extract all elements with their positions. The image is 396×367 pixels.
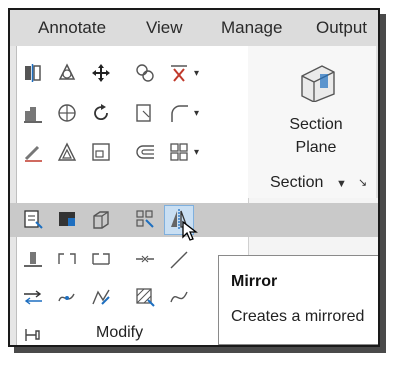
break-at-point-icon[interactable] <box>54 246 80 272</box>
tab-output[interactable]: Output <box>316 18 367 38</box>
ribbon-tab-bar: Annotate View Manage Output <box>10 10 378 47</box>
tooltip-description: Creates a mirrored <box>231 308 365 325</box>
fillet-icon[interactable] <box>166 100 192 126</box>
section-plane-label-line2[interactable]: Plane <box>276 139 356 157</box>
blend-curves-icon[interactable] <box>166 284 192 310</box>
draworder-icon[interactable] <box>20 139 46 165</box>
section-plane-label-line1[interactable]: Section <box>276 116 356 134</box>
section-panel-dropdown-icon[interactable]: ▼ <box>336 178 347 190</box>
rotate-3d-icon[interactable] <box>54 60 80 86</box>
lengthen-icon[interactable] <box>20 246 46 272</box>
autocad-ribbon-window: Annotate View Manage Output ▾ ▾ ▾ Modify… <box>8 8 380 347</box>
align-icon[interactable] <box>20 60 46 86</box>
scale-icon[interactable] <box>132 100 158 126</box>
edit-hatch-icon[interactable] <box>132 284 158 310</box>
stretch-icon[interactable] <box>20 100 46 126</box>
array-icon[interactable] <box>166 139 192 165</box>
modify-panel-title[interactable]: Modify <box>96 324 143 342</box>
edit-attributes-icon[interactable] <box>20 206 46 232</box>
mirror-tooltip: Mirror Creates a mirrored <box>218 255 378 345</box>
fillet-dropdown-arrow-icon[interactable]: ▾ <box>194 108 199 119</box>
section-dialog-launcher-icon[interactable]: ↘ <box>358 176 367 189</box>
next-panel-edge <box>376 46 378 198</box>
offset-icon[interactable] <box>132 139 158 165</box>
section-panel: Section Plane Section ▼ ↘ <box>248 46 378 198</box>
edit-array-icon[interactable] <box>132 206 158 232</box>
trim-icon[interactable] <box>166 60 192 86</box>
explode-icon[interactable] <box>88 139 114 165</box>
array-dropdown-arrow-icon[interactable]: ▾ <box>194 147 199 158</box>
section-plane-icon[interactable] <box>294 56 342 104</box>
move-icon[interactable] <box>88 60 114 86</box>
panel-left-edge <box>10 46 17 345</box>
edit-spline-icon[interactable] <box>54 284 80 310</box>
trim-dropdown-arrow-icon[interactable]: ▾ <box>194 68 199 79</box>
join-icon[interactable] <box>132 246 158 272</box>
tooltip-title: Mirror <box>231 273 278 290</box>
mouse-cursor-icon <box>178 218 204 244</box>
break-icon[interactable] <box>88 246 114 272</box>
solid-edit-icon[interactable] <box>88 206 114 232</box>
section-panel-title[interactable]: Section <box>270 174 323 192</box>
tab-manage[interactable]: Manage <box>221 18 282 38</box>
chamfer-icon[interactable] <box>166 246 192 272</box>
edit-block-icon[interactable] <box>54 206 80 232</box>
fillet-3d-icon[interactable] <box>54 100 80 126</box>
pin-panel-icon[interactable] <box>18 322 44 345</box>
rotate-icon[interactable] <box>88 100 114 126</box>
copy-icon[interactable] <box>132 60 158 86</box>
array-3d-icon[interactable] <box>54 139 80 165</box>
modify-panel: ▾ ▾ ▾ Modify <box>10 46 378 345</box>
edit-polyline-icon[interactable] <box>88 284 114 310</box>
reverse-icon[interactable] <box>20 284 46 310</box>
tab-view[interactable]: View <box>146 18 183 38</box>
tab-annotate[interactable]: Annotate <box>38 18 106 38</box>
